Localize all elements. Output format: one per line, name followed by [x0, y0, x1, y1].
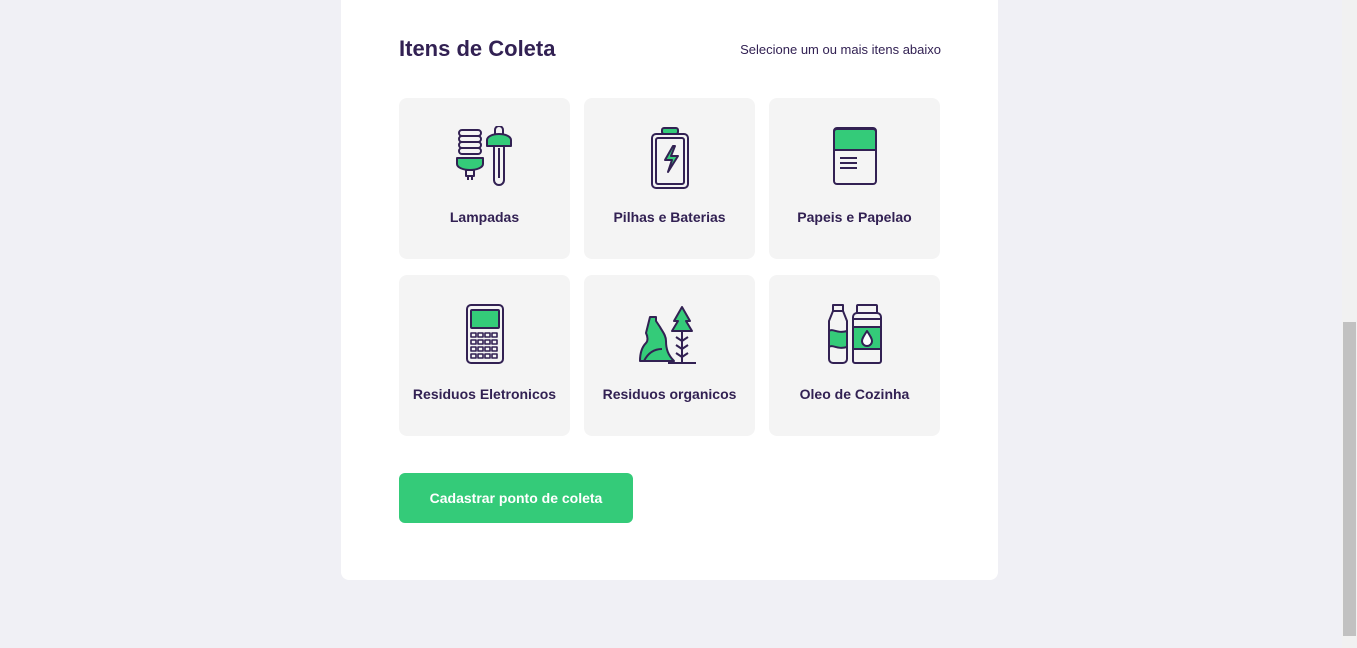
paper-icon — [832, 127, 877, 185]
items-grid: Lampadas Pilhas e Baterias Papeis e Pape… — [399, 98, 940, 436]
item-oleo-cozinha[interactable]: Oleo de Cozinha — [769, 275, 940, 436]
item-lampadas[interactable]: Lampadas — [399, 98, 570, 259]
item-label: Residuos Eletronicos — [412, 385, 557, 402]
item-label: Pilhas e Baterias — [613, 208, 726, 225]
electronics-icon — [465, 304, 504, 364]
oil-icon — [827, 304, 882, 364]
item-papeis-papelao[interactable]: Papeis e Papelao — [769, 98, 940, 259]
fieldset-title: Itens de Coleta — [399, 36, 556, 61]
page: Itens de Coleta Selecione um ou mais ite… — [0, 0, 1357, 648]
submit-button[interactable]: Cadastrar ponto de coleta — [399, 473, 633, 523]
item-label: Papeis e Papelao — [797, 208, 912, 225]
scrollbar[interactable] — [1342, 0, 1357, 648]
fieldset-hint: Selecione um ou mais itens abaixo — [740, 41, 941, 57]
organic-icon — [638, 306, 696, 364]
form-card: Itens de Coleta Selecione um ou mais ite… — [341, 0, 998, 580]
fieldset-legend: Itens de Coleta Selecione um ou mais ite… — [399, 36, 941, 62]
item-label: Lampadas — [449, 208, 520, 225]
item-residuos-organicos[interactable]: Residuos organicos — [584, 275, 755, 436]
item-pilhas-baterias[interactable]: Pilhas e Baterias — [584, 98, 755, 259]
item-residuos-eletronicos[interactable]: Residuos Eletronicos — [399, 275, 570, 436]
scrollbar-thumb[interactable] — [1343, 322, 1356, 636]
battery-icon — [650, 127, 689, 189]
item-label: Residuos organicos — [602, 385, 737, 402]
lamp-icon — [455, 126, 512, 186]
item-label: Oleo de Cozinha — [799, 385, 910, 402]
